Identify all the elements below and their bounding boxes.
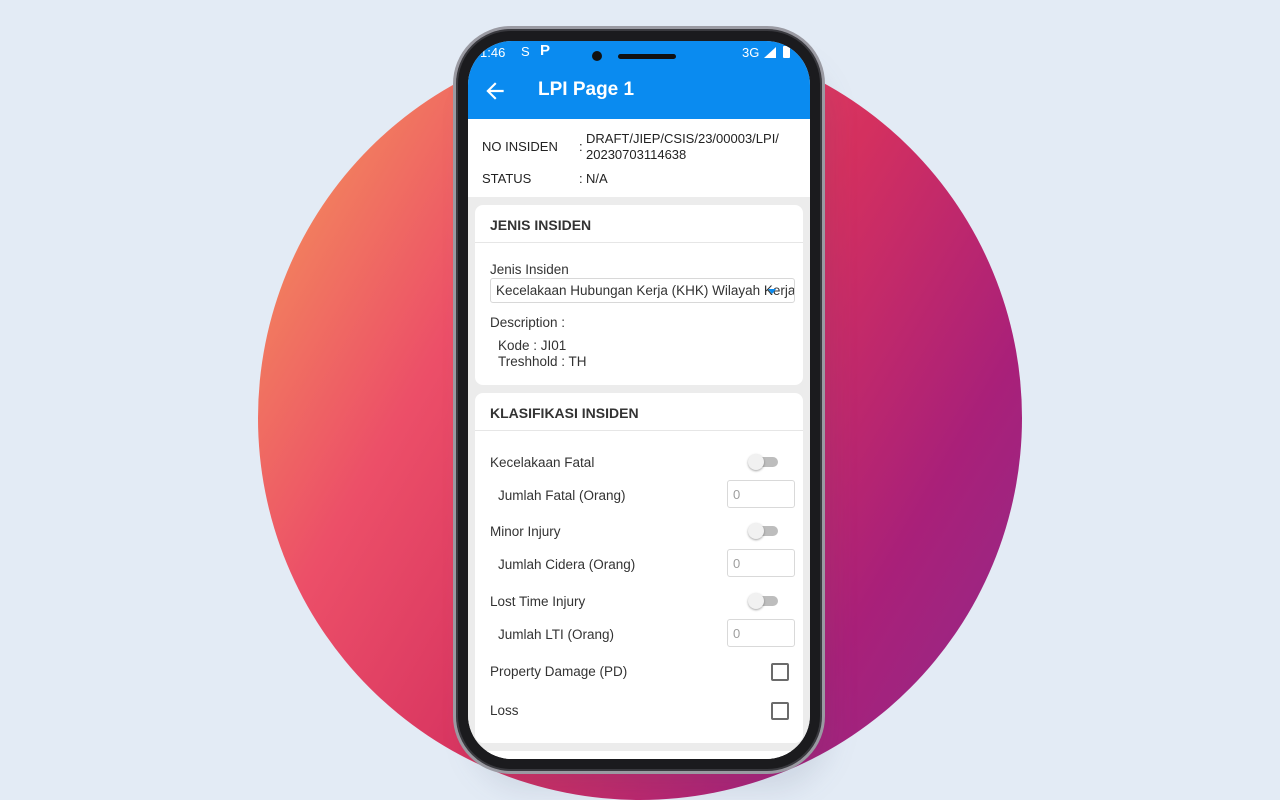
jumlah-lti-label: Jumlah LTI (Orang)	[498, 627, 615, 642]
jenis-insiden-selected-value: Kecelakaan Hubungan Kerja (KHK) Wilayah …	[496, 283, 795, 298]
jumlah-fatal-label: Jumlah Fatal (Orang)	[498, 488, 626, 503]
jenis-insiden-card: JENIS INSIDEN Jenis Insiden Kecelakaan H…	[475, 205, 803, 385]
dropdown-caret-icon	[768, 289, 776, 294]
no-insiden-label: NO INSIDEN	[482, 139, 558, 154]
phone-frame: 1:46 S P 3G LPI Page 1 NO INSIDEN : DRAF…	[453, 26, 825, 774]
form-content[interactable]: NO INSIDEN : DRAFT/JIEP/CSIS/23/00003/LP…	[468, 119, 810, 759]
kecelakaan-fatal-label: Kecelakaan Fatal	[490, 455, 595, 470]
toggle-thumb	[748, 454, 764, 470]
klasifikasi-insiden-header: KLASIFIKASI INSIDEN	[475, 393, 803, 431]
speaker-icon	[618, 54, 676, 59]
status-label: STATUS	[482, 171, 532, 186]
notification-p-icon: P	[540, 42, 551, 59]
page-title: LPI Page 1	[538, 79, 635, 100]
phone-screen: 1:46 S P 3G LPI Page 1 NO INSIDEN : DRAF…	[468, 41, 810, 759]
loss-checkbox[interactable]	[771, 702, 789, 720]
toggle-thumb	[748, 593, 764, 609]
jumlah-lti-input[interactable]: 0	[727, 619, 795, 647]
jumlah-fatal-input[interactable]: 0	[727, 480, 795, 508]
incident-info: NO INSIDEN : DRAFT/JIEP/CSIS/23/00003/LP…	[468, 119, 810, 197]
loss-label: Loss	[490, 703, 519, 718]
battery-icon	[783, 46, 790, 58]
lost-time-injury-toggle[interactable]	[748, 593, 780, 609]
property-damage-label: Property Damage (PD)	[490, 664, 628, 679]
camera-icon	[592, 51, 602, 61]
app-bar: LPI Page 1	[468, 65, 810, 119]
lost-time-injury-label: Lost Time Injury	[490, 594, 586, 609]
treshhold-text: Treshhold : TH	[498, 354, 587, 369]
status-value: N/A	[586, 171, 608, 186]
status-bar: 1:46 S P 3G	[468, 41, 810, 65]
description-label: Description :	[490, 315, 566, 330]
jenis-insiden-select[interactable]: Kecelakaan Hubungan Kerja (KHK) Wilayah …	[490, 278, 795, 303]
network-type: 3G	[742, 45, 760, 60]
signal-icon	[764, 47, 776, 58]
minor-injury-toggle[interactable]	[748, 523, 780, 539]
notification-s-icon: S	[521, 44, 530, 59]
jumlah-cidera-label: Jumlah Cidera (Orang)	[498, 557, 636, 572]
arrow-left-icon[interactable]	[482, 78, 508, 104]
next-card	[475, 751, 803, 759]
kode-text: Kode : JI01	[498, 338, 567, 353]
jenis-insiden-label: Jenis Insiden	[490, 262, 569, 277]
jumlah-cidera-input[interactable]: 0	[727, 549, 795, 577]
klasifikasi-insiden-card: KLASIFIKASI INSIDEN Kecelakaan Fatal Jum…	[475, 393, 803, 743]
no-insiden-value: DRAFT/JIEP/CSIS/23/00003/LPI/ 2023070311…	[586, 131, 779, 162]
status-time: 1:46	[480, 45, 506, 60]
minor-injury-label: Minor Injury	[490, 524, 561, 539]
property-damage-checkbox[interactable]	[771, 663, 789, 681]
jenis-insiden-header: JENIS INSIDEN	[475, 205, 803, 243]
status-colon: :	[579, 171, 583, 186]
no-insiden-colon: :	[579, 139, 583, 154]
toggle-thumb	[748, 523, 764, 539]
kecelakaan-fatal-toggle[interactable]	[748, 454, 780, 470]
